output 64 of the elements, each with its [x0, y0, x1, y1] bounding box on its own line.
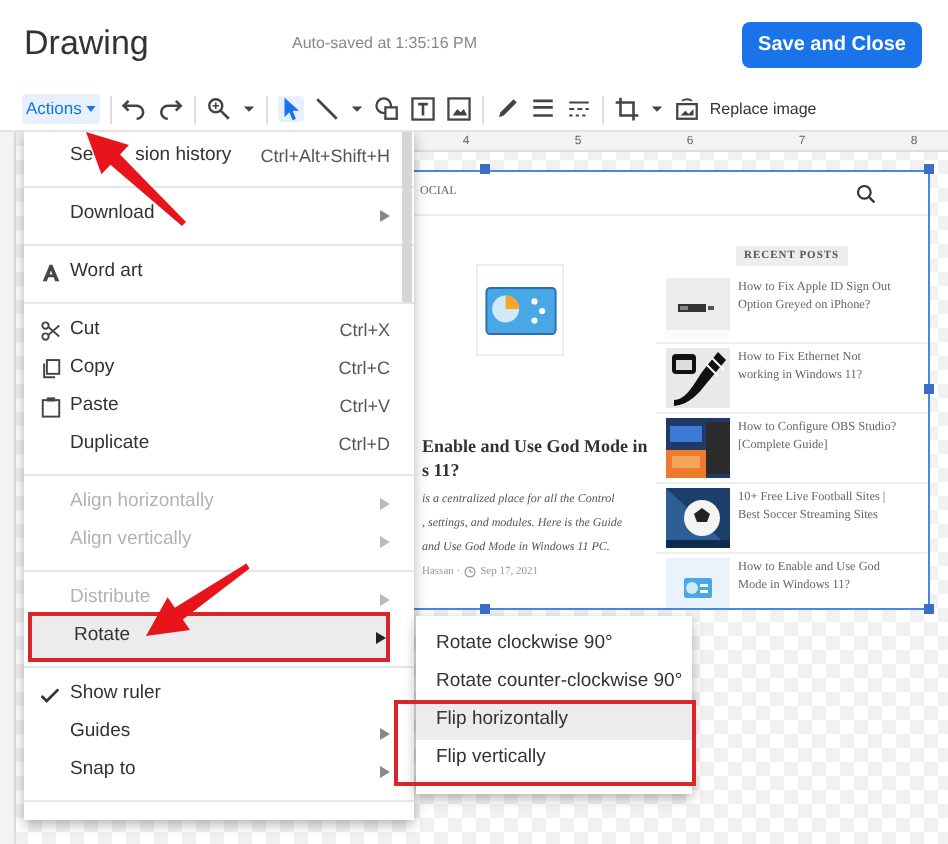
autosave-status: Auto-saved at 1:35:16 PM [292, 32, 477, 56]
menu-item[interactable]: Word art [24, 254, 414, 292]
menu-item[interactable]: Show ruler [24, 676, 414, 714]
menu-item[interactable]: Rotate clockwise 90° [416, 626, 692, 664]
shortcut-text: Ctrl+C [338, 355, 390, 382]
submenu-arrow-icon [378, 209, 390, 221]
menu-item[interactable]: Copy Ctrl+C [24, 350, 414, 388]
shortcut-text: Ctrl+D [338, 431, 390, 458]
zoom-icon[interactable] [205, 96, 232, 122]
crop-icon[interactable] [613, 96, 640, 122]
clock-icon [464, 566, 477, 579]
menu-item[interactable]: Duplicate Ctrl+D [24, 426, 414, 464]
redo-icon[interactable] [157, 96, 184, 122]
window-title: Drawing [24, 22, 151, 67]
resize-handle[interactable] [924, 384, 934, 394]
resize-handle[interactable] [924, 604, 934, 614]
pen-icon[interactable] [493, 96, 520, 122]
submenu-arrow-icon [374, 631, 386, 643]
menu-item[interactable]: Flip horizontally [416, 702, 692, 740]
shape-icon[interactable] [373, 96, 400, 122]
save-and-close-button[interactable]: Save and Close [742, 21, 922, 67]
resize-handle[interactable] [924, 164, 934, 174]
menu-item[interactable]: Flip vertically [416, 740, 692, 778]
menu-item[interactable]: Snap to [24, 752, 414, 790]
menu-item[interactable]: Paste Ctrl+V [24, 388, 414, 426]
menu-item[interactable]: Rotate [28, 612, 390, 662]
select-cursor-icon[interactable] [277, 96, 304, 122]
scrollbar[interactable] [402, 132, 412, 302]
menu-item-text: Se [70, 142, 94, 171]
undo-icon[interactable] [121, 96, 148, 122]
image-icon[interactable] [445, 96, 472, 122]
menu-item[interactable]: Se sion history Ctrl+Alt+Shift+H [24, 138, 414, 176]
menu-item-text: sion history [135, 142, 232, 171]
line-icon[interactable] [313, 96, 340, 122]
caret-icon [85, 106, 96, 112]
article-title: Enable and Use God Mode in [422, 434, 650, 458]
replace-image-button[interactable]: Replace image [709, 97, 817, 121]
resize-handle[interactable] [480, 164, 490, 174]
resize-handle[interactable] [480, 604, 490, 614]
article-title: s 11? [422, 458, 462, 482]
cut-icon [40, 320, 62, 342]
menu-item[interactable]: Download [24, 196, 414, 234]
word-art-icon [40, 262, 62, 284]
submenu-arrow-icon [378, 593, 390, 605]
paste-icon [40, 396, 62, 418]
submenu-arrow-icon [378, 765, 390, 777]
control-panel-icon [483, 285, 557, 335]
menu-item[interactable]: Guides [24, 714, 414, 752]
submenu-arrow-icon [378, 727, 390, 739]
replace-image-icon[interactable] [673, 96, 700, 122]
line-weight-icon[interactable] [529, 96, 556, 122]
copy-icon [40, 358, 62, 380]
shortcut-text: Ctrl+X [339, 317, 390, 344]
line-dash-icon[interactable] [565, 96, 592, 122]
shortcut-text: Ctrl+V [339, 393, 390, 420]
shortcut-text: Ctrl+Alt+Shift+H [260, 143, 390, 170]
menu-item[interactable]: Cut Ctrl+X [24, 312, 414, 350]
actions-menu-button[interactable]: Actions [22, 94, 100, 124]
annotation-arrow [146, 563, 250, 636]
search-icon [856, 183, 876, 203]
text-box-icon[interactable] [409, 96, 436, 122]
submenu-arrow-icon [378, 535, 390, 547]
menu-item[interactable]: Rotate counter-clockwise 90° [416, 664, 692, 702]
submenu-arrow-icon [378, 497, 390, 509]
